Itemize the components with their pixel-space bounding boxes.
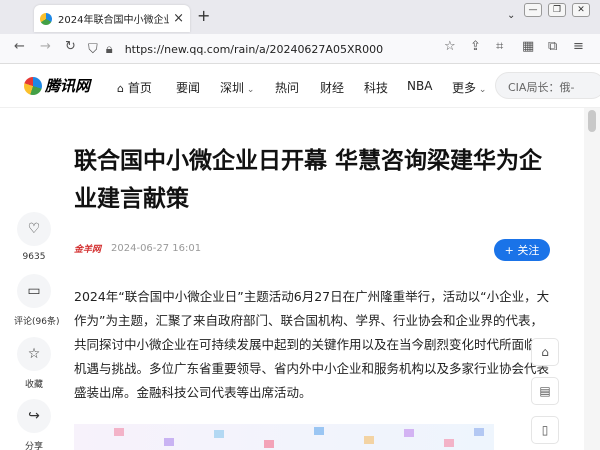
restore-icon[interactable]: ❐ [548,3,566,17]
search-input[interactable]: CIA局长：俄- [495,72,600,99]
chevron-down-icon: ⌄ [244,85,255,95]
address-bar[interactable]: ⛉ 🔒︎ https://new.qq.com/rain/a/20240627A… [88,38,468,60]
close-tab-icon[interactable]: × [173,12,184,25]
tencent-favicon-icon [40,12,52,25]
grid-icon[interactable]: ▦ [522,40,534,53]
home-float-icon[interactable]: ⌂ [531,338,559,366]
extensions-icon[interactable]: ⧉ [548,40,557,53]
like-action[interactable]: ♡ 9635 [14,212,54,262]
site-logo[interactable]: 腾讯网 [24,75,90,96]
feedback-float-icon[interactable]: ▤ [531,377,559,405]
minimize-icon[interactable]: — [524,3,542,17]
logo-text: 腾讯网 [45,77,91,95]
bookmark-star-icon[interactable]: ☆ [444,40,456,53]
article-body: 2024年“联合国中小微企业日”主题活动6月27日在广州隆重举行，活动以“小企业… [74,289,550,400]
crop-icon[interactable]: ⌗ [496,40,503,53]
window-close-icon[interactable]: ✕ [572,3,590,17]
new-tab-plus-icon[interactable]: + [197,8,210,24]
nav-tech[interactable]: 科技 [364,79,388,96]
article-image [74,424,494,450]
back-icon[interactable]: ← [14,40,25,53]
share-label: 分享 [24,442,43,450]
mobile-float-icon[interactable]: ▯ [531,416,559,444]
share-icon[interactable]: ⇪ [470,40,481,53]
tencent-logo-icon [24,76,42,95]
collect-label: 收藏 [24,380,43,390]
source-logo[interactable]: 金羊网 [74,242,101,255]
home-icon: ⌂ [117,82,124,95]
nav-shenzhen[interactable]: 深圳 ⌄ [220,79,254,96]
tab-list-chevron-icon[interactable]: ⌄ [507,10,515,21]
forward-icon[interactable]: → [40,40,51,53]
lock-icon[interactable]: 🔒︎ [106,43,113,56]
tab-title: 2024年联合国中小微企业日活动 [58,15,170,26]
article-meta: 金羊网 2024-06-27 16:01 [74,242,201,255]
browser-tab-bar: 2024年联合国中小微企业日活动 × + ⌄ — ❐ ✕ [0,0,600,34]
browser-tab[interactable]: 2024年联合国中小微企业日活动 × [34,5,190,32]
comment-label: 评论(96条) [14,317,60,327]
like-count: 9635 [22,252,46,262]
follow-button[interactable]: + 关注 [494,239,550,261]
nav-news[interactable]: 要闻 [176,79,200,96]
reload-icon[interactable]: ↻ [65,40,76,53]
nav-nba[interactable]: NBA [407,79,432,93]
shield-icon[interactable]: ⛉ [88,43,98,56]
nav-more[interactable]: 更多 ⌄ [452,79,486,96]
comment-action[interactable]: ▭ 评论(96条) [14,274,60,327]
publish-time: 2024-06-27 16:01 [111,243,202,254]
site-nav: 腾讯网 ⌂ 首页 要闻 深圳 ⌄ 热问 财经 科技 NBA 更多 ⌄ CIA局长… [0,64,600,108]
star-icon[interactable]: ☆ [17,337,51,371]
collect-action[interactable]: ☆ 收藏 [14,337,54,390]
share-action[interactable]: ↪ 分享 [14,399,54,450]
browser-toolbar: ← → ↻ ⛉ 🔒︎ https://new.qq.com/rain/a/202… [0,34,600,64]
nav-finance[interactable]: 财经 [320,79,344,96]
page-scrollbar[interactable] [584,108,600,450]
nav-home[interactable]: ⌂ 首页 [117,79,152,96]
heart-icon[interactable]: ♡ [17,212,51,246]
menu-icon[interactable]: ≡ [573,40,584,53]
chevron-down-icon: ⌄ [476,85,487,95]
comment-icon[interactable]: ▭ [17,274,51,308]
article-headline: 联合国中小微企业日开幕 华慧咨询梁建华为企业建言献策 [74,148,543,212]
scrollbar-thumb[interactable] [588,110,596,132]
share-arrow-icon[interactable]: ↪ [17,399,51,433]
nav-hot[interactable]: 热问 [275,79,299,96]
url-text[interactable]: https://new.qq.com/rain/a/20240627A05XR0… [125,43,383,56]
